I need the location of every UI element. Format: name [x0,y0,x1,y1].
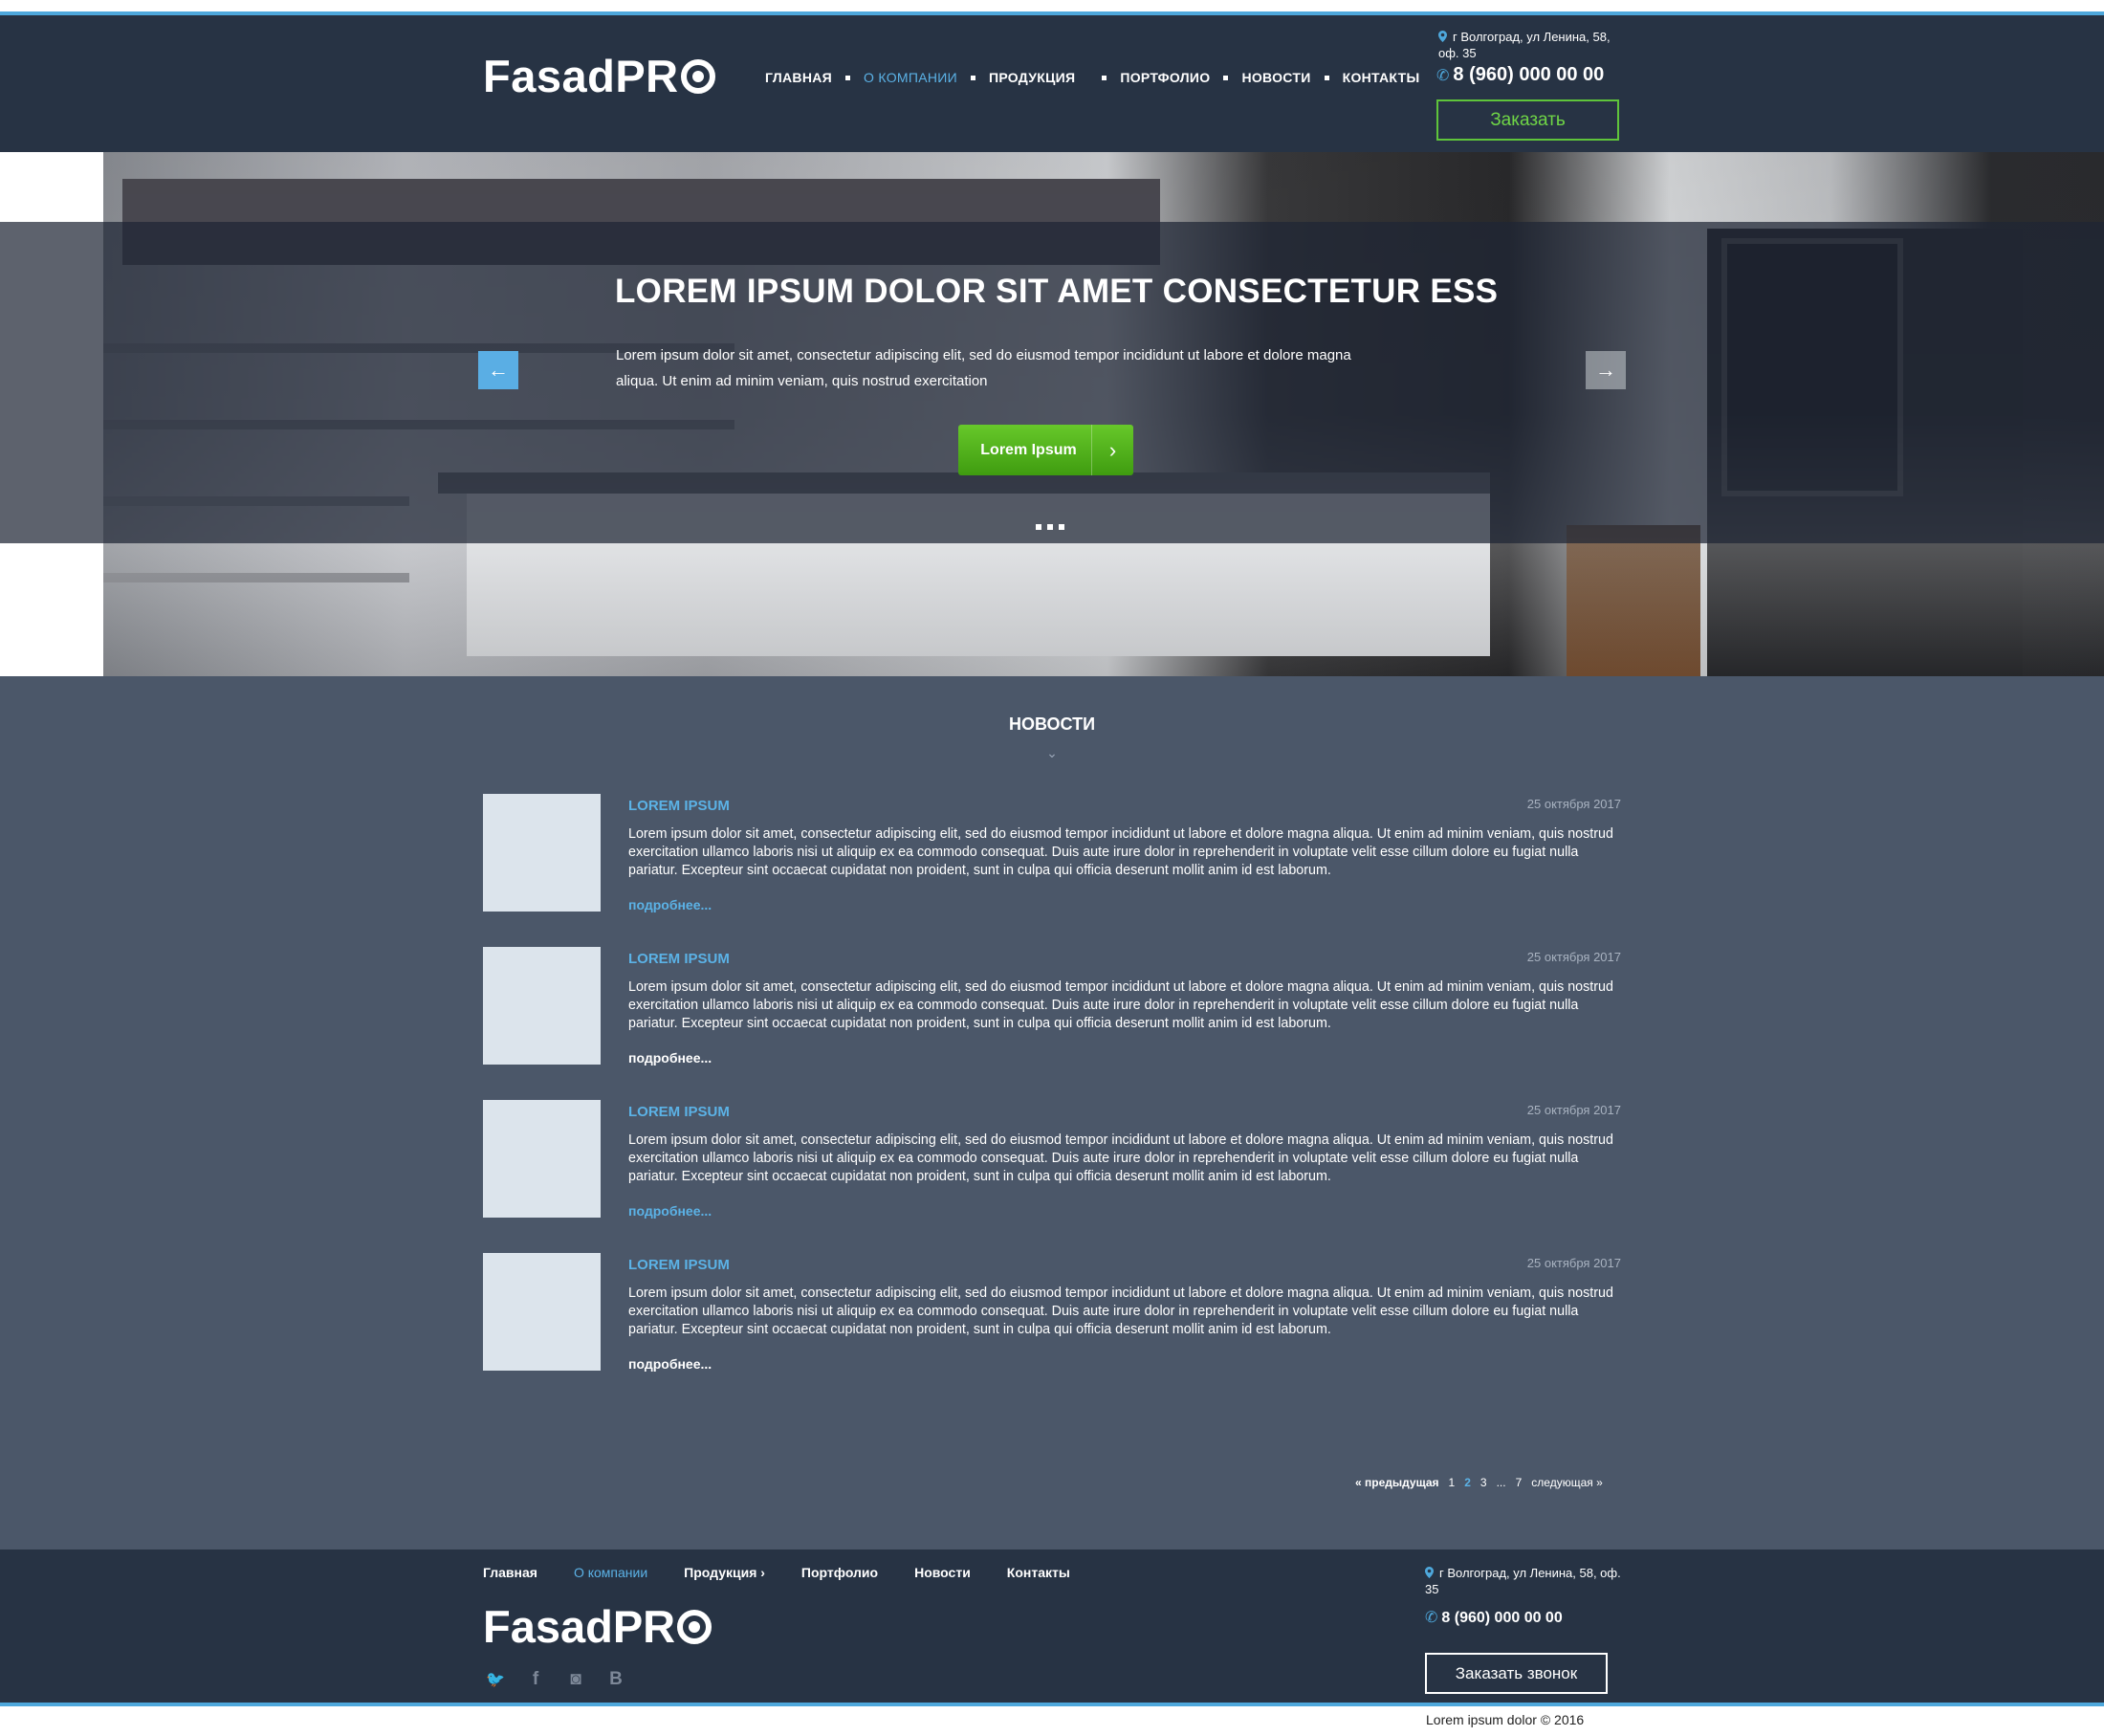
news-title[interactable]: LOREM IPSUM [628,951,730,967]
slider-dot[interactable] [1059,524,1064,530]
footer-nav-home[interactable]: Главная [483,1565,537,1580]
pagination-ellipsis: ... [1496,1476,1506,1489]
header-address-text: г Волгоград, ул Ленина, 58, оф. 35 [1438,30,1611,60]
news-more-link[interactable]: подробнее... [628,1203,712,1219]
social-links: 🐦 f ◙ B [486,1669,625,1689]
site-header: FasadPR ГЛАВНАЯ О КОМПАНИИ ПРОДУКЦИЯ ПОР… [0,15,2104,152]
news-heading: НОВОСТИ [1008,714,1096,734]
phone-icon: ✆ [1436,68,1450,84]
nav-separator [970,75,975,80]
slider-prev-button[interactable]: ← [478,351,518,389]
hero-title: LOREM IPSUM DOLOR SIT AMET CONSECTETUR E… [615,273,1499,310]
news-more-link[interactable]: подробнее... [628,1356,712,1372]
hero-text: Lorem ipsum dolor sit amet, consectetur … [616,347,1351,389]
hero-cta-button[interactable]: Lorem Ipsum › [958,425,1133,475]
site-logo[interactable]: FasadPR [483,50,715,102]
footer-nav-products[interactable]: Продукция › [684,1565,765,1580]
logo-o-icon [680,58,715,94]
pagination-page[interactable]: 7 [1516,1476,1523,1489]
news-item: LOREM IPSUM 25 октября 2017 Lorem ipsum … [483,794,1621,918]
site-footer: Главная О компании Продукция › Портфолио… [0,1549,2104,1703]
footer-nav-news[interactable]: Новости [914,1565,971,1580]
phone-icon: ✆ [1425,1610,1438,1626]
location-pin-icon [1438,31,1447,42]
news-date: 25 октября 2017 [1526,950,1621,964]
nav-item-home[interactable]: ГЛАВНАЯ [765,70,832,85]
nav-item-contacts[interactable]: КОНТАКТЫ [1343,70,1420,85]
news-item: LOREM IPSUM 25 октября 2017 Lorem ipsum … [483,1100,1621,1224]
news-more-link[interactable]: подробнее... [628,897,712,912]
nav-item-about[interactable]: О КОМПАНИИ [864,70,957,85]
callback-button[interactable]: Заказать звонок [1425,1653,1608,1694]
news-text: Lorem ipsum dolor sit amet, consectetur … [628,826,1613,878]
footer-nav-portfolio[interactable]: Портфолио [801,1565,878,1580]
news-section: НОВОСТИ ⌄ LOREM IPSUM 25 октября 2017 Lo… [0,676,2104,1549]
footer-phone[interactable]: ✆ 8 (960) 000 00 00 [1425,1608,1635,1627]
footer-address: г Волгоград, ул Ленина, 58, оф. 35 [1425,1565,1635,1597]
news-item: LOREM IPSUM 25 октября 2017 Lorem ipsum … [483,1253,1621,1377]
nav-item-portfolio[interactable]: ПОРТФОЛИО [1120,70,1210,85]
location-pin-icon [1425,1567,1434,1578]
slider-dots [1036,524,1064,530]
chevron-right-icon: › [1091,425,1133,475]
twitter-icon[interactable]: 🐦 [486,1670,505,1689]
news-text: Lorem ipsum dolor sit amet, consectetur … [628,979,1613,1031]
slider-dot[interactable] [1047,524,1053,530]
header-phone-text: 8 (960) 000 00 00 [1453,64,1605,85]
news-text: Lorem ipsum dolor sit amet, consectetur … [628,1286,1613,1337]
facebook-icon[interactable]: f [526,1669,545,1689]
news-thumbnail[interactable] [483,947,601,1065]
news-date: 25 октября 2017 [1526,1256,1621,1270]
news-title[interactable]: LOREM IPSUM [628,1257,730,1273]
nav-separator [845,75,851,80]
nav-item-products[interactable]: ПРОДУКЦИЯ [989,70,1075,85]
order-button[interactable]: Заказать [1436,99,1619,141]
nav-separator [1102,75,1107,80]
logo-text: FasadPR [483,51,679,101]
news-title[interactable]: LOREM IPSUM [628,1104,730,1120]
pagination-prev[interactable]: « предыдущая [1355,1476,1439,1489]
news-text: Lorem ipsum dolor sit amet, consectetur … [628,1132,1613,1184]
pagination: « предыдущая 1 2 3 ... 7 следующая » [1350,1476,1608,1489]
logo-o-icon [677,1609,712,1644]
header-address: г Волгоград, ул Ленина, 58, оф. 35 [1436,29,1628,61]
news-thumbnail[interactable] [483,1253,601,1371]
footer-phone-text: 8 (960) 000 00 00 [1441,1610,1563,1626]
pagination-next[interactable]: следующая » [1531,1476,1602,1489]
nav-separator [1324,75,1329,80]
nav-separator [1223,75,1229,80]
slider-dot[interactable] [1036,524,1041,530]
footer-nav-contacts[interactable]: Контакты [1007,1565,1070,1580]
vk-icon[interactable]: B [606,1669,625,1689]
news-thumbnail[interactable] [483,1100,601,1218]
header-contact: г Волгоград, ул Ленина, 58, оф. 35 ✆ 8 (9… [1436,29,1628,86]
footer-nav: Главная О компании Продукция › Портфолио… [483,1565,1107,1580]
instagram-icon[interactable]: ◙ [566,1669,585,1689]
main-nav: ГЛАВНАЯ О КОМПАНИИ ПРОДУКЦИЯ ПОРТФОЛИО Н… [765,70,1419,85]
news-thumbnail[interactable] [483,794,601,912]
footer-address-text: г Волгоград, ул Ленина, 58, оф. 35 [1425,1566,1621,1596]
nav-item-news[interactable]: НОВОСТИ [1241,70,1310,85]
arrow-right-icon: → [1595,358,1616,382]
news-date: 25 октября 2017 [1526,797,1621,811]
footer-logo-text: FasadPR [483,1601,676,1652]
footer-accent-line [0,1703,2104,1706]
chevron-down-icon: ⌄ [1046,745,1058,760]
arrow-left-icon: ← [488,358,509,382]
news-more-link[interactable]: подробнее... [628,1050,712,1066]
news-title[interactable]: LOREM IPSUM [628,798,730,814]
header-phone[interactable]: ✆ 8 (960) 000 00 00 [1436,64,1628,86]
copyright: Lorem ipsum dolor © 2016 [1426,1712,1585,1727]
pagination-page[interactable]: 3 [1480,1476,1487,1489]
pagination-page[interactable]: 1 [1449,1476,1456,1489]
hero-cta-label: Lorem Ipsum [980,441,1077,458]
news-date: 25 октября 2017 [1526,1103,1621,1117]
footer-logo[interactable]: FasadPR [483,1600,712,1653]
footer-nav-about[interactable]: О компании [574,1565,647,1580]
news-item: LOREM IPSUM 25 октября 2017 Lorem ipsum … [483,947,1621,1071]
slider-next-button[interactable]: → [1586,351,1626,389]
footer-contact: г Волгоград, ул Ленина, 58, оф. 35 ✆ 8 (9… [1425,1565,1635,1627]
pagination-page-current[interactable]: 2 [1464,1476,1471,1489]
